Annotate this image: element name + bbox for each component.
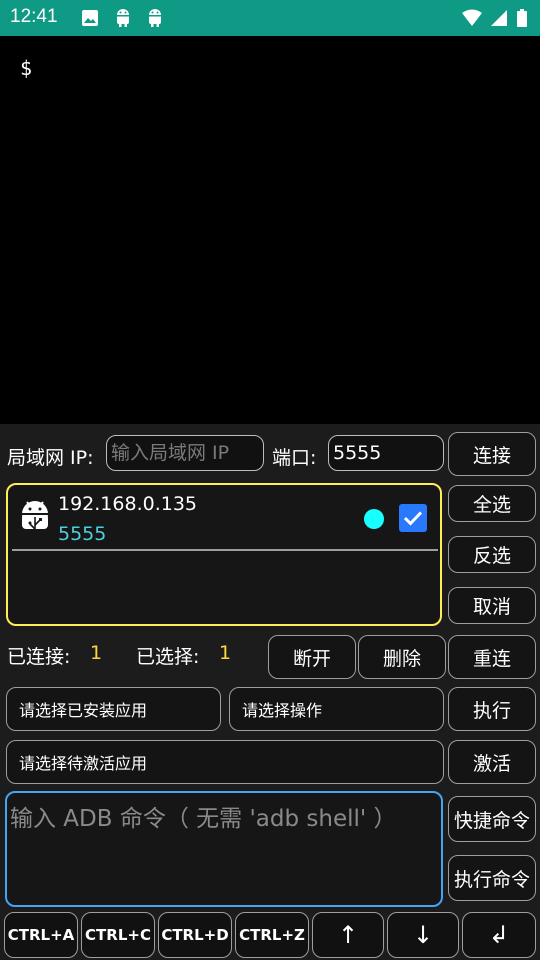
- signal-icon: [491, 10, 507, 26]
- key-arrow-up[interactable]: ↑: [312, 912, 384, 958]
- selected-label: 已选择:: [136, 646, 200, 668]
- activate-app-select[interactable]: 请选择待激活应用: [6, 740, 444, 784]
- selected-count: 1: [219, 642, 232, 664]
- operation-select[interactable]: 请选择操作: [229, 687, 444, 731]
- disconnect-button[interactable]: 断开: [268, 635, 356, 679]
- device-list: 192.168.0.135 5555: [6, 483, 442, 626]
- android-icon: [117, 9, 129, 27]
- battery-icon: [517, 9, 527, 27]
- cancel-selection-button[interactable]: 取消: [448, 587, 536, 624]
- lan-ip-input[interactable]: 输入局域网 IP: [106, 435, 264, 471]
- key-ctrl-d[interactable]: CTRL+D: [158, 912, 232, 958]
- key-enter[interactable]: ↲: [462, 912, 536, 958]
- device-port: 5555: [58, 523, 107, 545]
- shortcut-command-button[interactable]: 快捷命令: [448, 796, 536, 842]
- delete-button[interactable]: 删除: [358, 635, 446, 679]
- key-ctrl-z[interactable]: CTRL+Z: [235, 912, 309, 958]
- terminal-output[interactable]: $: [0, 36, 540, 424]
- execute-button[interactable]: 执行: [448, 687, 536, 731]
- checkmark-icon: [403, 511, 423, 526]
- port-label: 端口:: [272, 447, 317, 469]
- device-divider: [12, 549, 438, 551]
- adb-command-input[interactable]: 输入 ADB 命令（ 无需 'adb shell' ）: [5, 791, 443, 907]
- device-ip: 192.168.0.135: [58, 493, 198, 515]
- status-time: 12:41: [10, 6, 58, 27]
- lan-ip-label: 局域网 IP:: [7, 447, 94, 469]
- image-icon: [82, 10, 98, 26]
- key-ctrl-a[interactable]: CTRL+A: [4, 912, 78, 958]
- control-panel: 局域网 IP: 输入局域网 IP 端口: 5555 连接 192.168.0.1…: [0, 424, 540, 960]
- shell-prompt: $: [20, 56, 33, 80]
- online-status-dot: [364, 509, 384, 529]
- status-bar: 12:41: [0, 0, 540, 36]
- key-arrow-down[interactable]: ↓: [387, 912, 459, 958]
- installed-app-select[interactable]: 请选择已安装应用: [6, 687, 221, 731]
- wifi-icon: [462, 9, 482, 26]
- key-ctrl-c[interactable]: CTRL+C: [81, 912, 155, 958]
- activate-button[interactable]: 激活: [448, 740, 536, 784]
- invert-selection-button[interactable]: 反选: [448, 536, 536, 573]
- port-input[interactable]: 5555: [328, 435, 444, 471]
- android-usb-icon: [22, 501, 48, 530]
- reconnect-button[interactable]: 重连: [448, 635, 536, 679]
- run-command-button[interactable]: 执行命令: [448, 855, 536, 901]
- android-icon: [149, 9, 161, 27]
- device-checkbox[interactable]: [399, 504, 427, 532]
- select-all-button[interactable]: 全选: [448, 485, 536, 522]
- connect-button[interactable]: 连接: [448, 432, 536, 476]
- connected-label: 已连接:: [7, 646, 71, 668]
- connected-count: 1: [90, 642, 103, 664]
